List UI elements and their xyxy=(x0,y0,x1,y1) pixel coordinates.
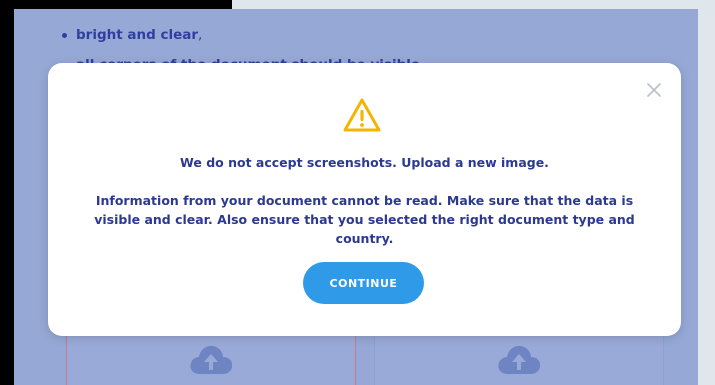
frame-top xyxy=(0,0,232,9)
cloud-upload-icon xyxy=(498,345,541,374)
close-icon[interactable] xyxy=(645,81,663,99)
error-modal: We do not accept screenshots. Upload a n… xyxy=(48,63,681,336)
modal-heading: We do not accept screenshots. Upload a n… xyxy=(180,155,549,170)
modal-message: Information from your document cannot be… xyxy=(94,193,635,246)
warning-triangle-icon xyxy=(343,98,381,132)
frame-right xyxy=(698,0,715,385)
continue-button[interactable]: CONTINUE xyxy=(303,262,424,304)
frame-top-right xyxy=(232,0,698,9)
list-item: bright and clear, xyxy=(60,27,420,43)
frame-left xyxy=(0,0,14,385)
cloud-upload-icon xyxy=(190,345,233,374)
